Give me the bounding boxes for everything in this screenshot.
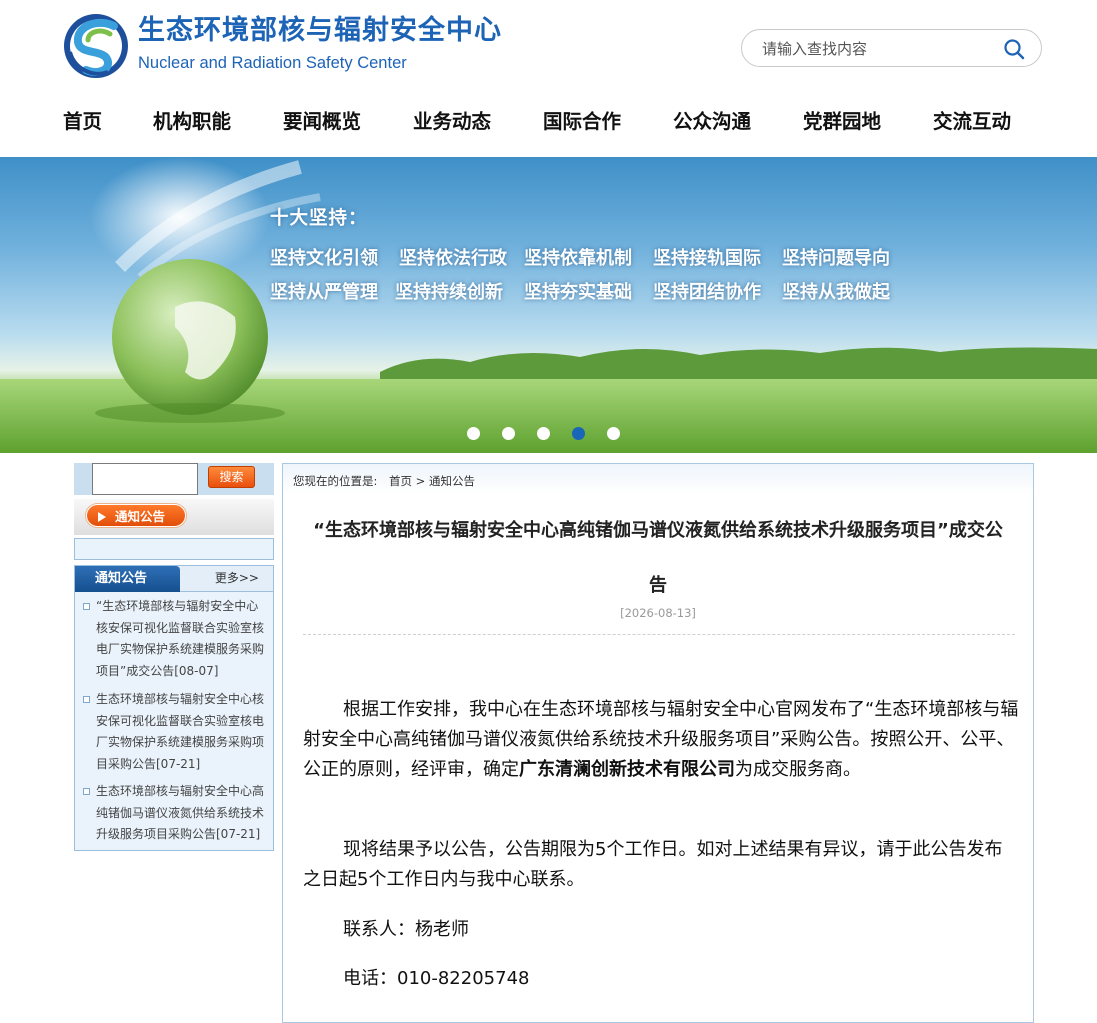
nav-item-interaction[interactable]: 交流互动 [933, 100, 1011, 144]
list-item[interactable]: “生态环境部核与辐射安全中心核安保可视化监督联合实验室核电厂实物保护系统建模服务… [83, 596, 267, 682]
list-item-text: “生态环境部核与辐射安全中心核安保可视化监督联合实验室核电厂实物保护系统建模服务… [96, 599, 265, 678]
location-label: 您现在的位置是: [293, 474, 378, 488]
sidebar-search-input[interactable] [92, 463, 198, 495]
bullet-icon [83, 788, 90, 795]
slogan-1: 坚持文化引领 [270, 248, 378, 269]
carousel-dot-1[interactable] [467, 427, 480, 440]
nav-item-functions[interactable]: 机构职能 [153, 100, 231, 144]
slogan-3: 坚持依靠机制 [524, 248, 632, 269]
slogan-4: 坚持接轨国际 [653, 248, 761, 269]
sidebar-search: 搜索 [74, 463, 274, 495]
winning-company: 广东清澜创新技术有限公司 [519, 759, 735, 780]
banner-carousel[interactable]: 十大坚持： 坚持文化引领 坚持依法行政 坚持依靠机制 坚持接轨国际 坚持问题导向… [0, 157, 1097, 453]
sidebar-list-title[interactable]: 通知公告 [75, 566, 180, 592]
contact-phone: 电话：010-82205748 [343, 968, 530, 989]
bullet-icon [83, 696, 90, 703]
slogan-10: 坚持从我做起 [782, 282, 890, 303]
sidebar-spacer [74, 538, 274, 560]
carousel-dot-4[interactable] [572, 427, 585, 440]
nav-item-home[interactable]: 首页 [63, 100, 102, 144]
article-panel: 您现在的位置是: 首页 > 通知公告 “生态环境部核与辐射安全中心高纯锗伽马谱仪… [282, 463, 1034, 1023]
slogan-2: 坚持依法行政 [399, 248, 507, 269]
p1-text-after: 为成交服务商。 [735, 759, 861, 780]
sidebar-more-link[interactable]: 更多>> [215, 569, 259, 586]
article-date: [2026-08-13] [620, 606, 696, 620]
slogan-7: 坚持持续创新 [395, 282, 503, 303]
carousel-dot-3[interactable] [537, 427, 550, 440]
search-icon[interactable] [1003, 38, 1025, 60]
list-item-text: 生态环境部核与辐射安全中心高纯锗伽马谱仪液氮供给系统技术升级服务项目采购公告[0… [96, 784, 265, 841]
slogan-5: 坚持问题导向 [782, 248, 890, 269]
list-item[interactable]: 生态环境部核与辐射安全中心高纯锗伽马谱仪液氮供给系统技术升级服务项目采购公告[0… [83, 781, 267, 846]
nav-item-party[interactable]: 党群园地 [803, 100, 881, 144]
slogan-8: 坚持夯实基础 [524, 282, 632, 303]
carousel-dot-2[interactable] [502, 427, 515, 440]
slogan-9: 坚持团结协作 [653, 282, 761, 303]
sidebar-category-label: 通知公告 [115, 509, 166, 524]
divider [303, 634, 1015, 635]
list-item[interactable]: 生态环境部核与辐射安全中心核安保可视化监督联合实验室核电厂实物保护系统建模服务采… [83, 689, 267, 775]
nav-item-news[interactable]: 要闻概览 [283, 100, 361, 144]
article-paragraph-2: 现将结果予以公告，公告期限为5个工作日。如对上述结果有异议，请于此公告发布之日起… [303, 839, 1003, 890]
nav-item-international[interactable]: 国际合作 [543, 100, 621, 144]
nav-item-public[interactable]: 公众沟通 [673, 100, 751, 144]
article-paragraph-1: 根据工作安排，我中心在生态环境部核与辐射安全中心官网发布了“生态环境部核与辐射安… [303, 695, 1019, 785]
carousel-dot-5[interactable] [607, 427, 620, 440]
breadcrumb: 您现在的位置是: 首页 > 通知公告 [283, 464, 1033, 494]
main-nav: 首页 机构职能 要闻概览 业务动态 国际合作 公众沟通 党群园地 交流互动 [0, 100, 1097, 144]
slogan-6: 坚持从严管理 [270, 282, 378, 303]
banner-heading: 十大坚持： [270, 208, 368, 229]
site-title-en: Nuclear and Radiation Safety Center [138, 54, 407, 72]
site-logo[interactable] [62, 12, 132, 80]
bullet-icon [83, 603, 90, 610]
breadcrumb-links[interactable]: 首页 > 通知公告 [389, 464, 475, 498]
article-title: “生态环境部核与辐射安全中心高纯锗伽马谱仪液氮供给系统技术升级服务项目”成交公告 [313, 520, 1003, 596]
sidebar-search-button[interactable]: 搜索 [208, 466, 255, 488]
contact-person: 联系人：杨老师 [343, 919, 469, 940]
banner-background [0, 157, 1097, 453]
list-item-text: 生态环境部核与辐射安全中心核安保可视化监督联合实验室核电厂实物保护系统建模服务采… [96, 692, 265, 771]
nav-item-business[interactable]: 业务动态 [413, 100, 491, 144]
sidebar-notice-list: 通知公告 更多>> “生态环境部核与辐射安全中心核安保可视化监督联合实验室核电厂… [74, 565, 274, 851]
site-search [741, 29, 1042, 67]
arrow-right-icon [98, 512, 106, 522]
site-title-cn: 生态环境部核与辐射安全中心 [138, 15, 502, 46]
sidebar-category-bar: 通知公告 [74, 499, 274, 535]
search-input[interactable] [760, 37, 994, 61]
sidebar-category-button[interactable]: 通知公告 [86, 504, 186, 527]
